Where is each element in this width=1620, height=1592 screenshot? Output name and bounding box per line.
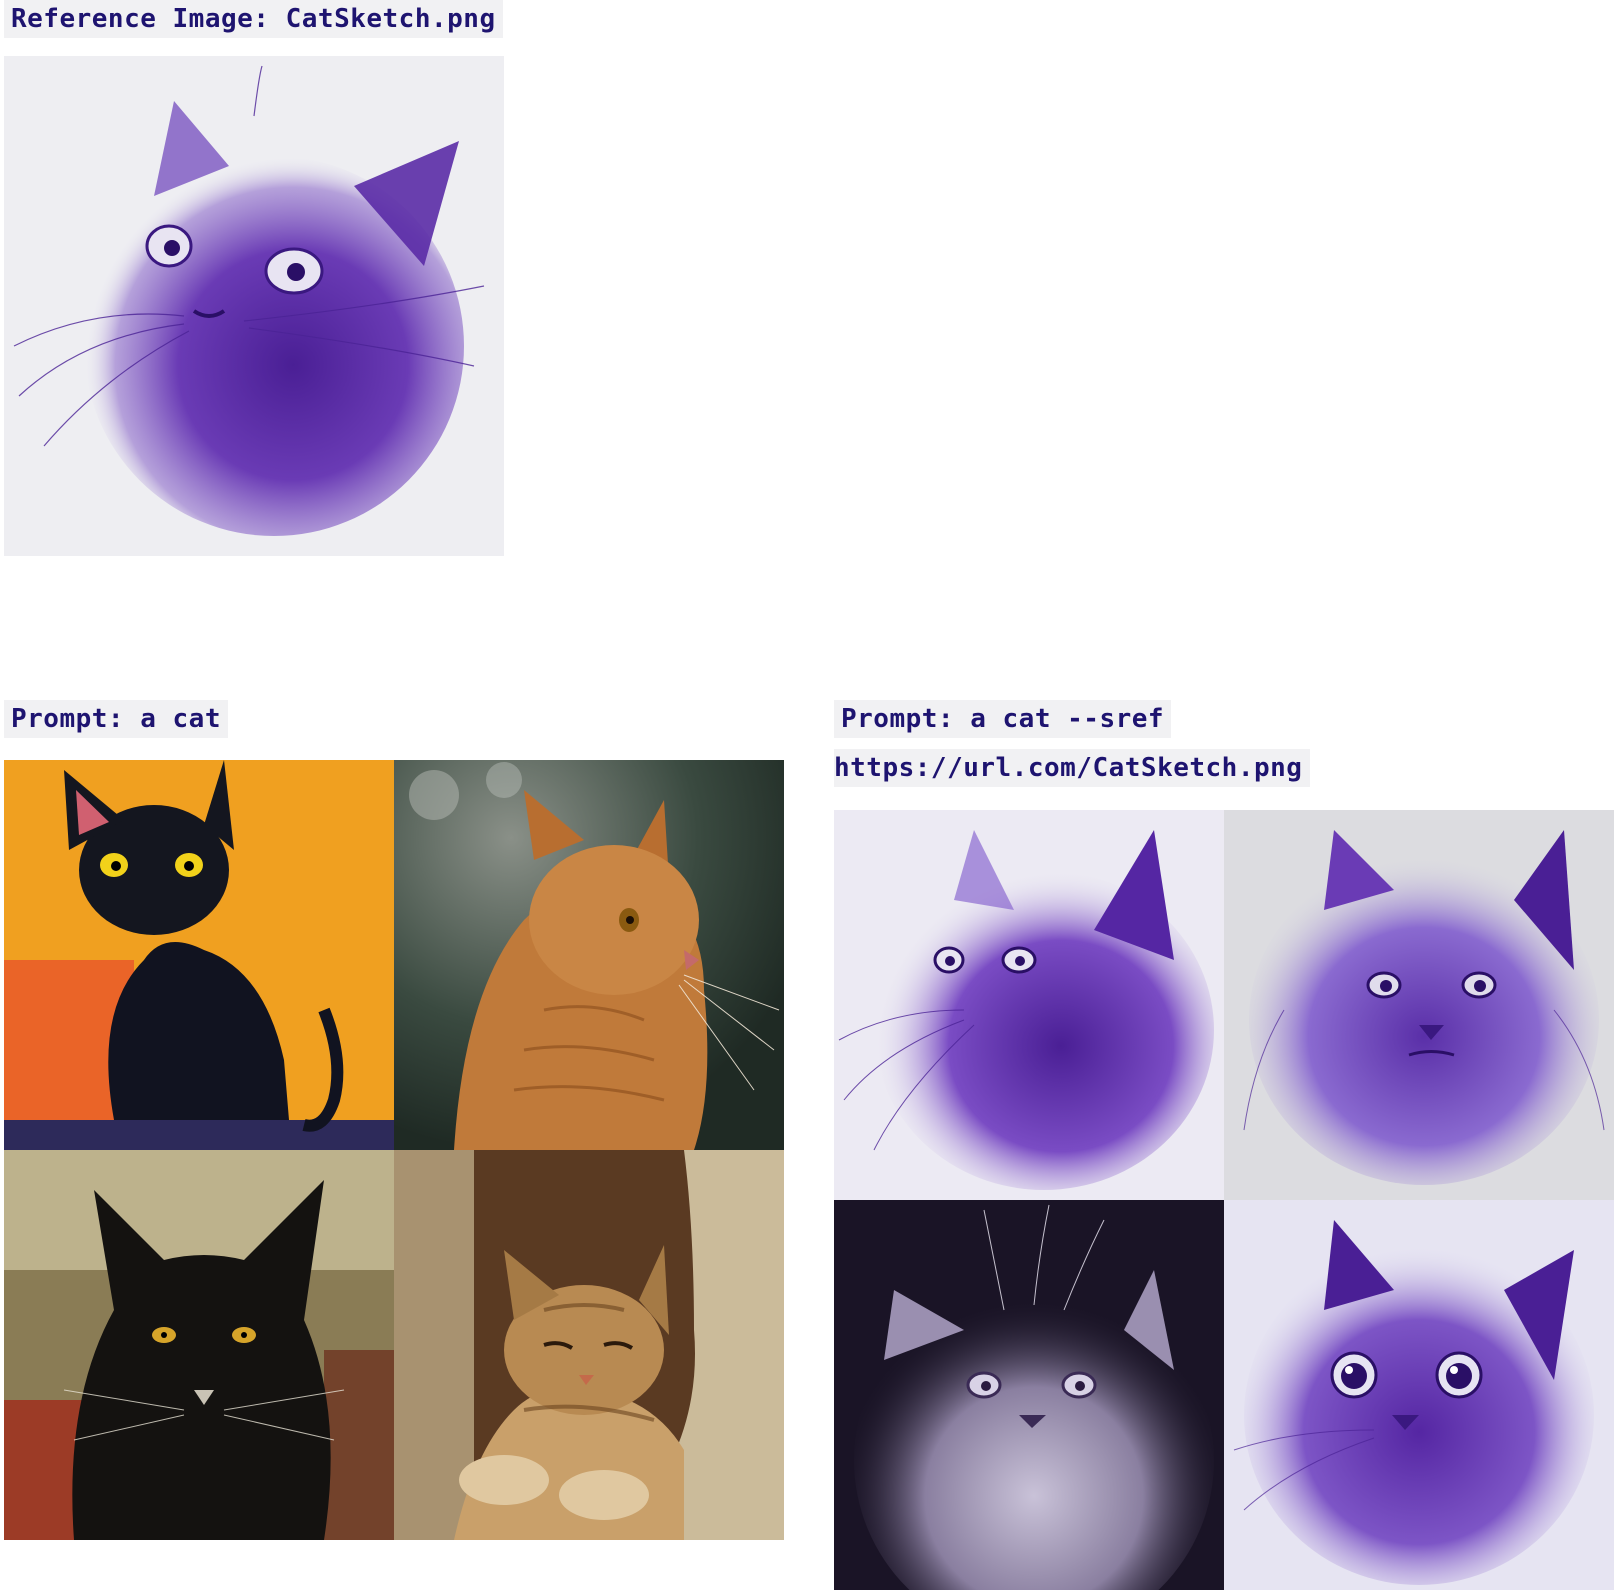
prompt-sref-label: Prompt: a cat --sref [834,700,1172,738]
grid-image-ginger-tabby[interactable] [394,760,784,1150]
reference-cat-sketch-image [4,56,504,556]
sref-url-label: https://url.com/CatSketch.png [834,749,1311,787]
reference-image-label: Reference Image: CatSketch.png [4,0,503,38]
purple-sketch-cat-icon [13,65,485,536]
grid-image-tabby-in-tree[interactable] [394,1150,784,1540]
black-cat-textured-painting-icon [4,1150,394,1540]
grid-image-black-cat-textured[interactable] [4,1150,394,1540]
black-cat-orange-background-icon [4,760,394,1150]
white-sketch-cat-dark-background-icon [834,1200,1224,1590]
prompt-a-cat-label: Prompt: a cat [4,700,228,738]
prompt-a-cat-image-grid [4,760,784,1540]
purple-sketch-grumpy-cat-icon [1224,810,1614,1200]
purple-sketch-persian-cat-icon [834,810,1224,1200]
prompt-sref-image-grid [834,810,1614,1590]
grid-image-purple-persian[interactable] [834,810,1224,1200]
ginger-tabby-cat-photo-icon [394,760,784,1150]
grid-image-black-cat-orange[interactable] [4,760,394,1150]
grid-image-white-sketch-dark[interactable] [834,1200,1224,1590]
grid-image-purple-wide-eyed[interactable] [1224,1200,1614,1590]
grid-image-purple-grumpy[interactable] [1224,810,1614,1200]
purple-sketch-wide-eyed-cat-icon [1224,1200,1614,1590]
tabby-cat-in-tree-painting-icon [394,1150,784,1540]
